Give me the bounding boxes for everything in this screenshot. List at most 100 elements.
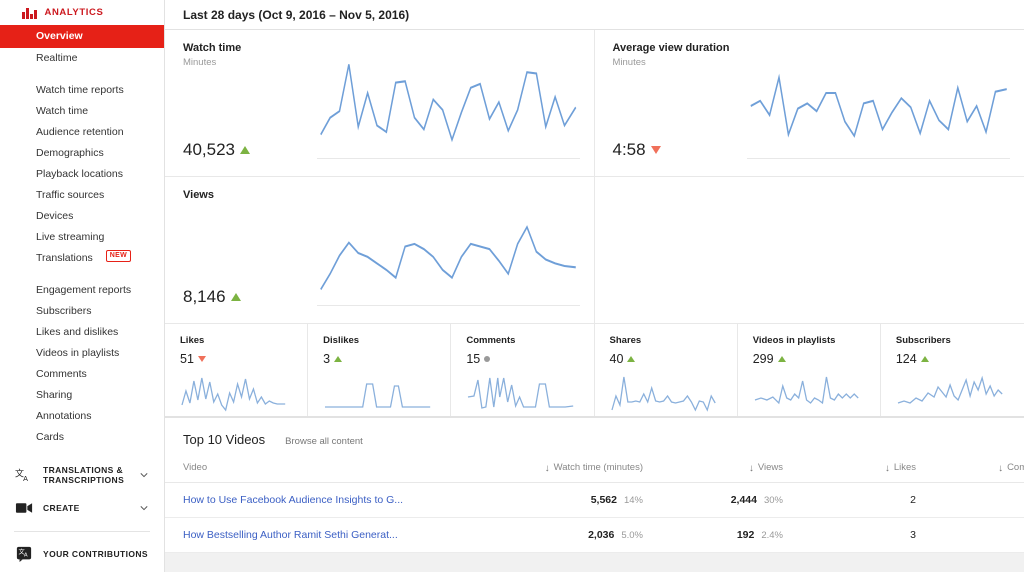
dislikes-sparkline	[323, 372, 432, 412]
chevron-down-icon	[140, 506, 148, 511]
sidebar-item-watch-time[interactable]: Watch time	[0, 101, 164, 122]
card-title: Videos in playlists	[752, 335, 836, 346]
svg-text:A: A	[23, 473, 28, 482]
cell-watch-time: 2,036 5.0%	[465, 517, 655, 553]
column-header-comments[interactable]: ↓Comments	[940, 458, 1024, 483]
video-title-link[interactable]: How Bestselling Author Ramit Sethi Gener…	[183, 529, 398, 541]
card-value: 4:58	[613, 140, 661, 160]
sidebar-item-subscribers[interactable]: Subscribers	[0, 301, 164, 322]
cell-views: 192 2.4%	[655, 517, 805, 553]
sidebar-item-demographics[interactable]: Demographics	[0, 143, 164, 164]
card-dislikes[interactable]: Dislikes 3	[308, 324, 452, 416]
trend-down-icon	[197, 356, 206, 362]
trend-down-icon	[650, 146, 661, 154]
sidebar: ANALYTICS Overview Realtime Watch time r…	[0, 0, 165, 572]
sidebar-item-playback-locations[interactable]: Playback locations	[0, 164, 164, 185]
card-likes[interactable]: Likes 51	[165, 324, 309, 416]
card-axis-line	[317, 158, 580, 159]
nav-gap	[0, 69, 164, 80]
table-row[interactable]: How Bestselling Author Ramit Sethi Gener…	[165, 517, 1024, 553]
card-comments[interactable]: Comments 15	[451, 324, 595, 416]
watch-time-percent: 14%	[623, 495, 643, 506]
card-value-number: 40	[609, 352, 624, 366]
trend-up-icon	[334, 356, 343, 362]
sidebar-item-devices[interactable]: Devices	[0, 206, 164, 227]
card-value-number: 40,523	[183, 140, 235, 159]
sidebar-item-overview[interactable]: Overview	[0, 25, 164, 48]
card-title: Comments	[466, 335, 516, 346]
card-watch-time[interactable]: Watch time Minutes 40,523	[165, 30, 595, 177]
column-header-video[interactable]: Video	[165, 458, 465, 483]
sidebar-section-translations-transcriptions[interactable]: 文 A TRANSLATIONS & TRANSCRIPTIONS	[0, 458, 164, 492]
arrow-down-icon: ↓	[544, 463, 550, 474]
sidebar-item-comments[interactable]: Comments	[0, 364, 164, 385]
sidebar-item-realtime[interactable]: Realtime	[0, 48, 164, 69]
card-videos-in-playlists[interactable]: Videos in playlists 299	[738, 324, 881, 416]
sidebar-item-live-streaming[interactable]: Live streaming	[0, 227, 164, 248]
sidebar-item-traffic-sources[interactable]: Traffic sources	[0, 185, 164, 206]
card-average-view-duration[interactable]: Average view duration Minutes 4:58	[594, 30, 1024, 177]
watch-time-value: 5,562	[590, 494, 617, 506]
card-subscribers[interactable]: Subscribers 124	[881, 324, 1024, 416]
trend-up-icon	[240, 146, 250, 154]
card-value: 51	[180, 352, 307, 366]
sidebar-item-sharing[interactable]: Sharing	[0, 385, 164, 406]
card-value-number: 8,146	[183, 287, 226, 306]
sidebar-item-videos-in-playlists[interactable]: Videos in playlists	[0, 343, 164, 364]
new-badge: NEW	[105, 250, 131, 262]
cell-views: 2,444 30%	[655, 482, 805, 518]
table-row[interactable]: How to Use Facebook Audience Insights to…	[165, 482, 1024, 518]
sidebar-item-watch-time-reports[interactable]: Watch time reports	[0, 80, 164, 101]
views-value: 192	[736, 529, 755, 541]
video-camera-icon	[14, 499, 34, 517]
card-title: Dislikes	[323, 335, 360, 346]
table-head: Video ↓ Watch time (minutes) ↓ Views ↓ Like…	[165, 458, 1024, 483]
card-value-number: 3	[323, 352, 331, 366]
date-range-label[interactable]: Last 28 days (Oct 9, 2016 – Nov 5, 2016)	[183, 8, 409, 22]
views-percent: 30%	[763, 495, 783, 506]
likes-sparkline	[180, 372, 289, 412]
metric-cards-board: Watch time Minutes 40,523 Average view d	[165, 30, 1024, 417]
card-title: Watch time	[183, 42, 242, 54]
card-title: Average view duration	[612, 42, 730, 54]
card-value: 3	[323, 352, 450, 366]
sidebar-item-translations[interactable]: Translations NEW	[0, 248, 164, 269]
topbar: Last 28 days (Oct 9, 2016 – Nov 5, 2016)	[165, 0, 1024, 30]
watch-time-value: 2,036	[588, 529, 615, 541]
cell-comments: 0	[940, 482, 1024, 518]
big-card-row-1: Watch time Minutes 40,523 Average view d	[165, 30, 1024, 177]
cell-video: How to Use Facebook Audience Insights to…	[165, 482, 465, 518]
card-value: 40,523	[183, 140, 250, 160]
sidebar-item-engagement-reports[interactable]: Engagement reports	[0, 280, 164, 301]
sidebar-item-audience-retention[interactable]: Audience retention	[0, 122, 164, 143]
card-value-number: 124	[895, 352, 917, 366]
comments-sparkline	[466, 372, 575, 412]
sidebar-your-contributions[interactable]: 文 A YOUR CONTRIBUTIONS	[0, 538, 164, 570]
sidebar-item-annotations[interactable]: Annotations	[0, 406, 164, 427]
brand-analytics[interactable]: ANALYTICS	[0, 0, 164, 25]
column-header-watch-time[interactable]: ↓ Watch time (minutes)	[465, 458, 655, 483]
card-empty-slot	[594, 177, 1024, 324]
chevron-down-icon	[140, 473, 148, 478]
column-label: Views	[757, 462, 783, 473]
arrow-down-icon: ↓	[748, 463, 754, 474]
card-shares[interactable]: Shares 40	[595, 324, 738, 416]
cell-video: How Bestselling Author Ramit Sethi Gener…	[165, 517, 465, 553]
average-view-duration-sparkline	[747, 54, 1011, 158]
sidebar-section-create[interactable]: CREATE	[0, 492, 164, 524]
views-value: 2,444	[730, 494, 757, 506]
sidebar-item-cards[interactable]: Cards	[0, 427, 164, 448]
column-header-views[interactable]: ↓ Views	[655, 458, 805, 483]
column-header-likes[interactable]: ↓ Likes	[805, 458, 940, 483]
video-title-link[interactable]: How to Use Facebook Audience Insights to…	[183, 494, 403, 506]
sidebar-divider	[14, 531, 150, 532]
big-card-row-2: Views 8,146	[165, 177, 1024, 324]
arrow-down-icon: ↓	[998, 463, 1004, 474]
top-videos-table: Video ↓ Watch time (minutes) ↓ Views ↓ Like…	[165, 458, 1024, 553]
main-content: Last 28 days (Oct 9, 2016 – Nov 5, 2016)…	[165, 0, 1024, 572]
card-views[interactable]: Views 8,146	[165, 177, 595, 324]
sidebar-section-label: TRANSLATIONS & TRANSCRIPTIONS	[43, 465, 125, 485]
browse-all-content-link[interactable]: Browse all content	[285, 436, 363, 447]
sidebar-item-likes-and-dislikes[interactable]: Likes and dislikes	[0, 322, 164, 343]
